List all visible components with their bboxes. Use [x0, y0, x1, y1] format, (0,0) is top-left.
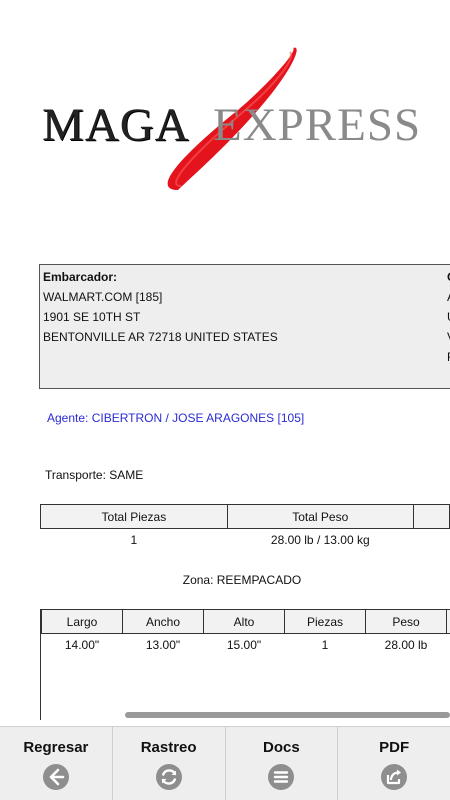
- weight-value: 28.00 lb: [384, 637, 428, 652]
- back-button-label: Regresar: [23, 739, 89, 756]
- total-pieces-value: 1: [130, 532, 138, 547]
- zone-label: Zona: REEMPACADO: [182, 573, 302, 587]
- menu-lines-icon: [268, 764, 295, 790]
- totals-table: Total Piezas Total Peso 1 28.00 lb / 13.…: [40, 504, 450, 551]
- total-pieces-header: Total Piezas: [40, 504, 228, 529]
- track-button-label: Rastreo: [140, 739, 197, 756]
- agent-label: Agente: CIBERTRON / JOSE ARAGONES [105]: [47, 411, 305, 425]
- logo-maga-text: MAGA: [42, 99, 190, 151]
- height-value: 15.00": [226, 637, 262, 652]
- docs-button-label: Docs: [263, 739, 300, 756]
- share-export-icon: [381, 764, 408, 790]
- refresh-icon: [155, 764, 182, 790]
- total-weight-header: Total Peso: [226, 504, 414, 529]
- pieces-value: 1: [321, 637, 329, 652]
- clipped-header: [446, 609, 450, 634]
- pieces-table: Largo Ancho Alto Piezas Peso 14.00" 13.0…: [41, 609, 450, 656]
- docs-button[interactable]: Docs: [226, 727, 339, 800]
- table-row: 14.00" 13.00" 15.00" 1 28.00 lb: [42, 634, 450, 656]
- shipper-name: WALMART.COM [185]: [43, 290, 163, 304]
- length-header: Largo: [41, 609, 123, 634]
- pdf-button[interactable]: PDF: [338, 727, 450, 800]
- track-button[interactable]: Rastreo: [113, 727, 226, 800]
- shipper-address: 1901 SE 10TH ST: [43, 310, 141, 324]
- back-button[interactable]: Regresar: [0, 727, 113, 800]
- shipper-city: BENTONVILLE AR 72718 UNITED STATES: [43, 330, 278, 344]
- height-header: Alto: [203, 609, 285, 634]
- maga-express-logo: MAGA EXPRESS: [38, 40, 422, 200]
- pdf-button-label: PDF: [379, 739, 410, 756]
- horizontal-scrollbar[interactable]: [125, 712, 450, 718]
- arrow-left-icon: [42, 764, 69, 790]
- weight-header: Peso: [365, 609, 447, 634]
- table-row: 1 28.00 lb / 13.00 kg: [41, 529, 450, 551]
- shipper-title: Embarcador:: [43, 270, 118, 284]
- width-value: 13.00": [145, 637, 181, 652]
- table-header-row: Total Piezas Total Peso: [40, 504, 450, 529]
- clipped-header: [412, 504, 450, 529]
- total-weight-value: 28.00 lb / 13.00 kg: [270, 532, 370, 547]
- logo-express-text: EXPRESS: [213, 99, 422, 151]
- shipper-box: Embarcador: WALMART.COM [185] 1901 SE 10…: [39, 264, 450, 389]
- pieces-header: Piezas: [284, 609, 366, 634]
- table-header-row: Largo Ancho Alto Piezas Peso: [41, 609, 450, 634]
- length-value: 14.00": [64, 637, 100, 652]
- shipper-info: Embarcador: WALMART.COM [185] 1901 SE 10…: [43, 267, 278, 347]
- pieces-table-scroller[interactable]: Largo Ancho Alto Piezas Peso 14.00" 13.0…: [40, 609, 450, 720]
- bottom-toolbar: Regresar Rastreo Docs PDF: [0, 726, 450, 800]
- transport-label: Transporte: SAME: [45, 468, 144, 482]
- shipment-detail-content: MAGA EXPRESS Embarcador: WALMART.COM [18…: [0, 0, 450, 720]
- width-header: Ancho: [122, 609, 204, 634]
